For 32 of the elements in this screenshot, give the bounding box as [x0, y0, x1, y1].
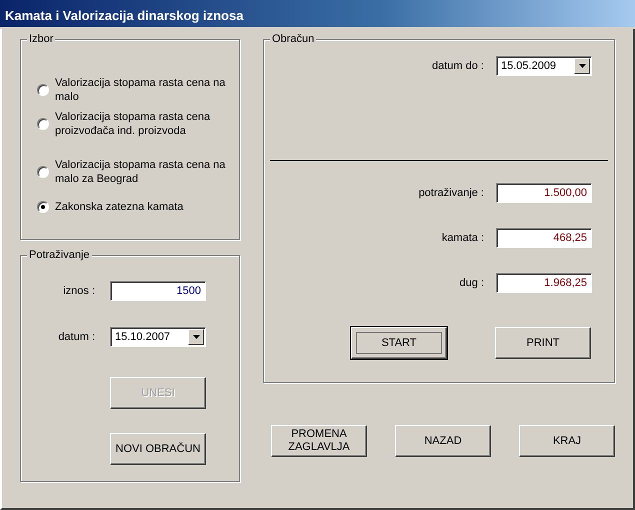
button[interactable]: KRAJ: [519, 425, 615, 457]
dropdown-arrow-icon: [192, 335, 200, 339]
button[interactable]: START: [351, 327, 447, 359]
button[interactable]: NAZAD: [395, 425, 491, 457]
radio-label[interactable]: Zakonska zatezna kamata: [55, 200, 184, 214]
button[interactable]: PROMENA ZAGLAVLJA: [271, 425, 367, 457]
date-dropdown[interactable]: 15.10.2007: [110, 327, 206, 347]
field-label: datum :: [57, 330, 95, 344]
field-label: kamata :: [442, 231, 484, 245]
result-field: 1.500,00: [496, 183, 592, 203]
radio-button[interactable]: [37, 166, 49, 178]
result-field: 1.968,25: [496, 273, 592, 293]
radio-button[interactable]: [37, 201, 49, 213]
date-value: 15.10.2007: [115, 330, 170, 344]
radio-button[interactable]: [37, 84, 49, 96]
radio-button[interactable]: [37, 118, 49, 130]
radio-label[interactable]: Valorizacija stopama rasta cena na malo: [55, 76, 233, 104]
radio-label[interactable]: Valorizacija stopama rasta cena proizvođača ind. proizvoda: [55, 110, 233, 138]
radio-label[interactable]: Valorizacija stopama rasta cena na malo za Beograd: [55, 158, 233, 186]
group-title: Potraživanje: [27, 248, 92, 262]
field-label: potraživanje :: [418, 186, 484, 200]
window-title: Kamata i Valorizacija dinarskog iznosa: [0, 0, 635, 29]
amount-field[interactable]: 1500: [110, 281, 206, 301]
field-label: dug :: [460, 276, 484, 290]
field-label: iznos :: [62, 284, 95, 298]
button[interactable]: PRINT: [495, 327, 591, 359]
dropdown-arrow-icon: [578, 64, 586, 68]
field-label: datum do :: [432, 59, 484, 73]
button[interactable]: NOVI OBRAČUN: [110, 433, 206, 465]
result-field: 468,25: [496, 228, 592, 248]
date-value: 15.05.2009: [501, 59, 556, 73]
date-dropdown[interactable]: 15.05.2009: [496, 56, 592, 76]
